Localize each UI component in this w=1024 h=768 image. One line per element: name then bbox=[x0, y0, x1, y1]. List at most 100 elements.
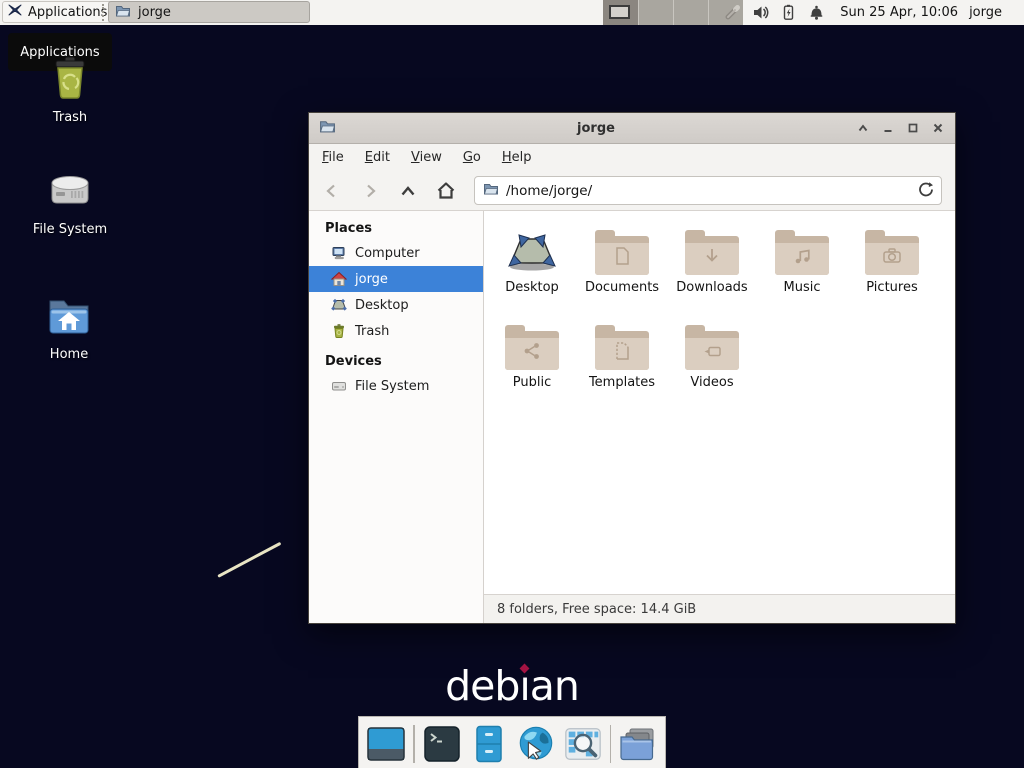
window-titlebar[interactable]: jorge bbox=[309, 113, 955, 144]
desktop-icon-home[interactable]: Home bbox=[27, 292, 111, 362]
status-text: 8 folders, Free space: 14.4 GiB bbox=[497, 602, 696, 617]
menu-view[interactable]: View bbox=[411, 150, 442, 165]
trash-mini-icon bbox=[331, 323, 347, 339]
debian-logo-i: ı bbox=[519, 662, 529, 710]
panel-clock[interactable]: Sun 25 Apr, 10:06 bbox=[840, 5, 958, 20]
xfce-logo-icon bbox=[7, 2, 23, 22]
file-item-label: Desktop bbox=[505, 280, 559, 295]
file-item-templates[interactable]: Templates bbox=[577, 320, 667, 415]
home-button[interactable] bbox=[431, 177, 461, 205]
sidebar-item-jorge[interactable]: jorge bbox=[309, 266, 483, 292]
removable-media-icon[interactable] bbox=[723, 4, 741, 22]
sidebar-item-computer[interactable]: Computer bbox=[309, 240, 483, 266]
desktop-icon-file-system[interactable]: File System bbox=[28, 167, 112, 237]
dock-launcher-show-desktop[interactable] bbox=[366, 724, 406, 764]
dock-separator bbox=[610, 725, 612, 763]
menu-help[interactable]: Help bbox=[502, 150, 532, 165]
file-item-videos[interactable]: Videos bbox=[667, 320, 757, 415]
debian-logo-text: deb bbox=[445, 662, 519, 710]
desktop-icon-label: File System bbox=[28, 222, 112, 237]
window-folder-icon[interactable] bbox=[319, 118, 336, 138]
home-icon bbox=[331, 271, 347, 287]
window-body: Places Computer jorge Desktop Trash bbox=[309, 211, 955, 623]
devices-header: Devices bbox=[309, 350, 483, 373]
up-button[interactable] bbox=[393, 177, 423, 205]
back-button[interactable] bbox=[317, 177, 347, 205]
close-button[interactable] bbox=[931, 121, 945, 135]
file-item-label: Music bbox=[784, 280, 821, 295]
sidebar-item-label: Computer bbox=[355, 246, 420, 261]
minimize-button[interactable] bbox=[881, 121, 895, 135]
menu-file[interactable]: File bbox=[322, 150, 344, 165]
file-item-desktop[interactable]: Desktop bbox=[487, 225, 577, 320]
file-item-documents[interactable]: Documents bbox=[577, 225, 667, 320]
top-panel: Applications jorge bbox=[0, 0, 1024, 25]
file-item-downloads[interactable]: Downloads bbox=[667, 225, 757, 320]
workspace-window-preview bbox=[609, 5, 630, 19]
desktop-icon-trash[interactable]: Trash bbox=[28, 55, 112, 125]
dock-launcher-folder[interactable] bbox=[618, 724, 658, 764]
menu-edit[interactable]: Edit bbox=[365, 150, 390, 165]
notifications-icon[interactable] bbox=[808, 4, 825, 21]
reload-icon[interactable] bbox=[917, 181, 933, 201]
volume-icon[interactable] bbox=[752, 4, 769, 21]
computer-icon bbox=[331, 245, 347, 261]
toolbar: /home/jorge/ bbox=[309, 171, 955, 211]
sidebar-item-trash[interactable]: Trash bbox=[309, 318, 483, 344]
panel-grip[interactable] bbox=[102, 4, 105, 21]
file-item-music[interactable]: Music bbox=[757, 225, 847, 320]
file-item-label: Templates bbox=[589, 375, 655, 390]
battery-icon[interactable] bbox=[780, 4, 797, 21]
taskbar-button-jorge[interactable]: jorge bbox=[108, 1, 310, 23]
sidebar-item-desktop[interactable]: Desktop bbox=[309, 292, 483, 318]
folder-window-icon bbox=[115, 3, 131, 22]
file-item-pictures[interactable]: Pictures bbox=[847, 225, 937, 320]
home-folder-icon bbox=[27, 292, 111, 340]
file-item-label: Videos bbox=[690, 375, 733, 390]
file-view: Desktop Documents Downloads bbox=[484, 211, 955, 623]
sidebar-item-file-system[interactable]: File System bbox=[309, 373, 483, 399]
file-item-public[interactable]: Public bbox=[487, 320, 577, 415]
workspace-pager bbox=[603, 0, 743, 25]
forward-button[interactable] bbox=[355, 177, 385, 205]
workspace-3[interactable] bbox=[673, 0, 708, 25]
show-desktop-icon bbox=[366, 725, 406, 763]
file-item-label: Documents bbox=[585, 280, 659, 295]
terminal-icon bbox=[422, 725, 462, 763]
sidebar-item-label: Desktop bbox=[355, 298, 409, 313]
videos-folder-icon bbox=[685, 325, 739, 370]
hard-drive-icon bbox=[28, 167, 112, 215]
sidebar-item-label: File System bbox=[355, 379, 429, 394]
shade-button[interactable] bbox=[856, 121, 870, 135]
drive-mini-icon bbox=[331, 378, 347, 394]
dock-launcher-file-cabinet[interactable] bbox=[469, 724, 509, 764]
places-header: Places bbox=[309, 217, 483, 240]
sidebar-item-label: jorge bbox=[355, 272, 388, 287]
path-input[interactable]: /home/jorge/ bbox=[474, 176, 942, 205]
file-cabinet-icon bbox=[469, 725, 509, 763]
downloads-folder-icon bbox=[685, 230, 739, 275]
dock-launcher-terminal[interactable] bbox=[422, 724, 462, 764]
file-item-label: Public bbox=[513, 375, 551, 390]
panel-username: jorge bbox=[969, 5, 1002, 20]
globe-browser-icon bbox=[516, 724, 556, 764]
applications-menu-button[interactable]: Applications bbox=[2, 1, 116, 23]
dock-launcher-app-finder[interactable] bbox=[563, 724, 603, 764]
dock-launcher-web-browser[interactable] bbox=[516, 724, 556, 764]
desktop-icon-label: Trash bbox=[28, 110, 112, 125]
public-folder-icon bbox=[505, 325, 559, 370]
file-manager-window: jorge File Edit View Go Help bbox=[308, 112, 956, 624]
file-item-label: Pictures bbox=[866, 280, 917, 295]
maximize-button[interactable] bbox=[906, 121, 920, 135]
statusbar: 8 folders, Free space: 14.4 GiB bbox=[484, 594, 955, 623]
desktop-icon-label: Home bbox=[27, 347, 111, 362]
menubar: File Edit View Go Help bbox=[309, 144, 955, 171]
workspace-2[interactable] bbox=[638, 0, 673, 25]
dock-separator bbox=[413, 725, 415, 763]
app-finder-icon bbox=[563, 725, 603, 763]
menu-go[interactable]: Go bbox=[463, 150, 481, 165]
dock bbox=[358, 716, 666, 768]
workspace-1[interactable] bbox=[603, 0, 638, 25]
path-text: /home/jorge/ bbox=[506, 183, 910, 199]
file-grid: Desktop Documents Downloads bbox=[484, 211, 955, 415]
